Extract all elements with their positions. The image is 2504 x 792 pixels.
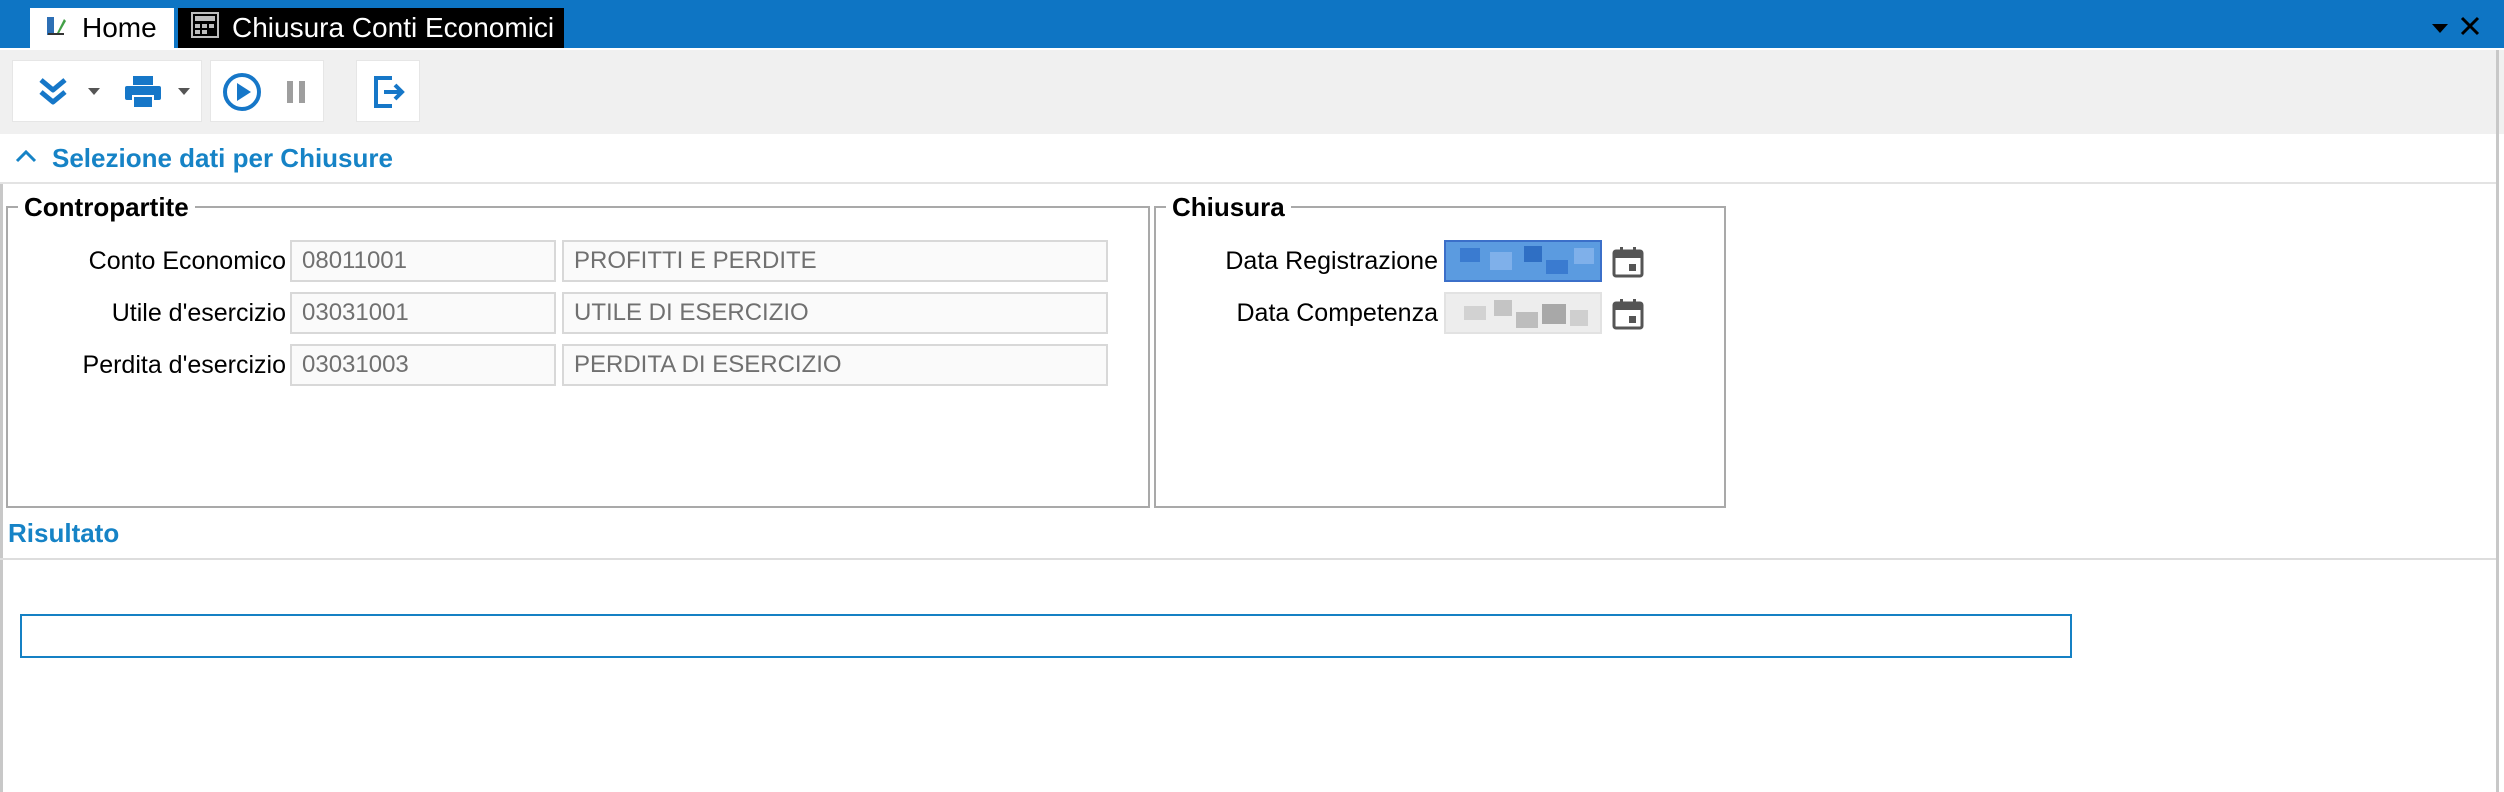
data-competenza-field[interactable] bbox=[1444, 292, 1602, 334]
chevron-up-icon[interactable] bbox=[14, 148, 38, 169]
perdita-esercizio-description-field[interactable]: PERDITA DI ESERCIZIO bbox=[562, 344, 1108, 386]
redacted-date-pixels bbox=[1446, 242, 1600, 280]
exit-icon bbox=[374, 76, 405, 108]
utile-esercizio-code-field[interactable]: 03031001 bbox=[290, 292, 556, 334]
tab-home-label: Home bbox=[82, 12, 157, 43]
result-field[interactable] bbox=[20, 614, 2072, 658]
data-registrazione-label: Data Registrazione bbox=[1225, 247, 1438, 275]
conto-economico-label: Conto Economico bbox=[88, 247, 286, 275]
exit-button[interactable] bbox=[359, 61, 417, 123]
expand-all-button[interactable] bbox=[23, 61, 83, 123]
utile-esercizio-description-field[interactable]: UTILE DI ESERCIZIO bbox=[562, 292, 1108, 334]
perdita-esercizio-label: Perdita d'esercizio bbox=[82, 351, 286, 379]
pause-icon bbox=[287, 81, 305, 103]
play-icon bbox=[223, 73, 261, 111]
expand-all-icon bbox=[39, 78, 67, 105]
section-title: Selezione dati per Chiusure bbox=[52, 142, 393, 173]
conto-economico-description-field[interactable]: PROFITTI E PERDITE bbox=[562, 240, 1108, 282]
expand-options-caret-icon[interactable] bbox=[83, 61, 105, 123]
chiusura-group: Chiusura Data Registrazione Data Compete… bbox=[1154, 192, 1726, 508]
print-icon bbox=[125, 76, 161, 109]
title-bar: Home Chiusura Conti Economici bbox=[0, 0, 2504, 48]
result-title: Risultato bbox=[8, 518, 120, 548]
calendar-icon[interactable] bbox=[1610, 296, 1646, 332]
conto-economico-code-field[interactable]: 08011001 bbox=[290, 240, 556, 282]
print-button[interactable] bbox=[113, 61, 173, 123]
section-header-selezione[interactable]: Selezione dati per Chiusure bbox=[0, 134, 2496, 184]
panel-right-border bbox=[2496, 50, 2499, 792]
toolbar bbox=[0, 50, 2504, 134]
contropartite-group: Contropartite Conto Economico 08011001 P… bbox=[6, 192, 1150, 508]
toolbar-group-exit bbox=[356, 60, 420, 122]
data-competenza-label: Data Competenza bbox=[1236, 299, 1438, 327]
calculator-icon bbox=[190, 11, 220, 46]
chiusura-legend: Chiusura bbox=[1166, 192, 1291, 223]
tab-home[interactable]: Home bbox=[30, 8, 174, 48]
data-registrazione-field[interactable] bbox=[1444, 240, 1602, 282]
run-button[interactable] bbox=[215, 61, 269, 123]
result-divider bbox=[0, 558, 2496, 560]
pause-button[interactable] bbox=[269, 61, 323, 123]
perdita-esercizio-code-field[interactable]: 03031003 bbox=[290, 344, 556, 386]
calendar-icon[interactable] bbox=[1610, 244, 1646, 280]
tab-chiusura-conti-economici[interactable]: Chiusura Conti Economici bbox=[178, 8, 564, 48]
toolbar-group-run bbox=[210, 60, 324, 122]
home-app-icon bbox=[42, 11, 70, 46]
tab-closing-label: Chiusura Conti Economici bbox=[232, 12, 555, 43]
contropartite-legend: Contropartite bbox=[18, 192, 195, 223]
utile-esercizio-label: Utile d'esercizio bbox=[111, 299, 286, 327]
panel-left-border bbox=[0, 134, 3, 792]
redacted-date-pixels bbox=[1446, 294, 1600, 332]
toolbar-group-actions bbox=[12, 60, 202, 122]
print-options-caret-icon[interactable] bbox=[173, 61, 195, 123]
